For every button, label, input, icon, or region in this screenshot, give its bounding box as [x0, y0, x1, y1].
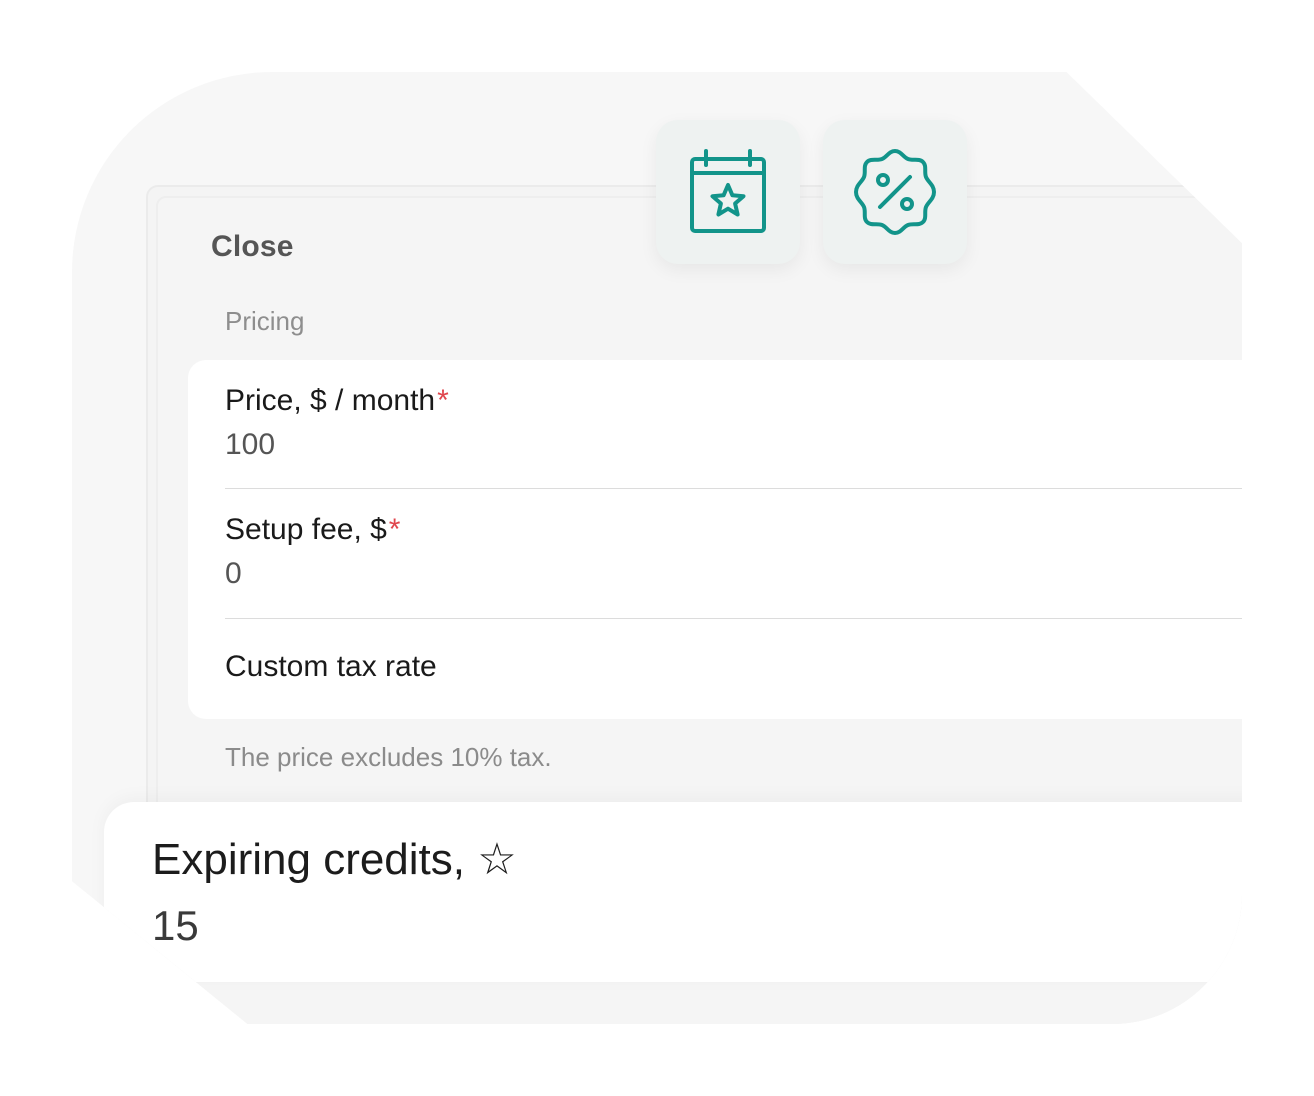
setup-fee-label-text: Setup fee, $ — [225, 513, 387, 546]
price-label-text: Price, $ / month — [225, 384, 436, 417]
required-mark: * — [437, 384, 449, 417]
stage: Close Pricing Price, $ / month* 100 Setu… — [0, 0, 1314, 1096]
discount-badge-icon — [854, 149, 936, 235]
close-button[interactable]: Close — [211, 230, 294, 264]
pricing-card: Price, $ / month* 100 Setup fee, $* 0 Cu… — [188, 360, 1242, 719]
setup-fee-input[interactable]: 0 — [225, 557, 1242, 591]
custom-tax-rate-label: Custom tax rate — [225, 650, 437, 683]
divider — [225, 488, 1242, 489]
price-input[interactable]: 100 — [225, 428, 1242, 462]
required-mark: * — [388, 513, 401, 546]
calendar-star-icon — [690, 149, 766, 233]
price-field-label: Price, $ / month* — [225, 384, 1242, 418]
price-field[interactable]: Price, $ / month* 100 — [225, 384, 1242, 462]
expiring-credits-label: Expiring credits, ☆ — [152, 835, 517, 884]
calendar-star-tile[interactable] — [656, 120, 800, 264]
expiring-credits-value[interactable]: 15 — [152, 902, 199, 950]
divider — [225, 618, 1242, 619]
section-label-pricing: Pricing — [225, 306, 305, 336]
discount-tile[interactable] — [823, 120, 967, 264]
setup-fee-field[interactable]: Setup fee, $* 0 — [225, 513, 1242, 591]
expiring-credits-card[interactable]: Expiring credits, ☆ 15 — [104, 802, 1242, 982]
background-blob: Close Pricing Price, $ / month* 100 Setu… — [72, 72, 1242, 1024]
tax-helper-text: The price excludes 10% tax. — [225, 742, 552, 772]
setup-fee-field-label: Setup fee, $* — [225, 513, 1242, 547]
custom-tax-rate-row[interactable]: Custom tax rate — [225, 650, 1242, 684]
